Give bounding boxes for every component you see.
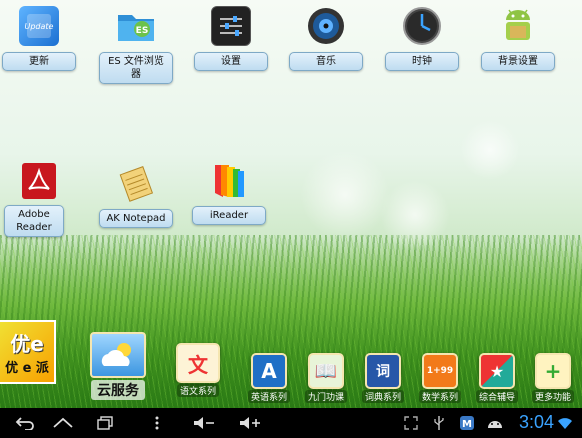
chinese-runner-icon: 文	[176, 343, 220, 383]
app-label: 设置	[194, 52, 268, 71]
bokeh-light	[380, 180, 450, 250]
app-es-file-explorer[interactable]: ES ES 文件浏览器	[97, 6, 175, 84]
svg-text:M: M	[462, 419, 472, 430]
app-music[interactable]: 音乐	[287, 6, 365, 71]
notepad-icon	[116, 163, 156, 203]
dock-label: 英语系列	[248, 390, 291, 403]
svg-text:Update: Update	[25, 22, 54, 31]
dock-label: 综合辅导	[476, 390, 519, 403]
dock-label: 数学系列	[419, 390, 462, 403]
app-clock[interactable]: 时钟	[383, 6, 461, 71]
math-icon: 1+99	[422, 353, 458, 389]
app-label: iReader	[192, 206, 266, 225]
android-icon	[498, 6, 538, 46]
app-ak-notepad[interactable]: AK Notepad	[97, 163, 175, 228]
youepai-logo-icon: 优e 优 e 派	[0, 320, 56, 384]
book-icon: 📖	[308, 353, 344, 389]
dock-cloud-service[interactable]: 云服务	[90, 332, 146, 400]
dock-label: 语文系列	[176, 384, 219, 397]
svg-text:ES: ES	[136, 26, 149, 36]
folder-icon: ES	[116, 6, 156, 46]
dictionary-icon: 词	[365, 353, 401, 389]
fullscreen-icon[interactable]	[400, 413, 422, 433]
youepai-label: 优 e 派	[5, 361, 49, 376]
app-label: Adobe Reader	[4, 205, 64, 237]
home-icon[interactable]	[52, 413, 74, 433]
bokeh-light	[460, 120, 520, 180]
dock-label: 更多功能	[532, 390, 575, 403]
settings-sliders-icon	[211, 6, 251, 46]
dock-label: 九门功课	[305, 390, 348, 403]
system-navbar: M 3:04	[0, 408, 582, 438]
clock-icon	[402, 6, 442, 46]
ireader-books-icon	[209, 160, 249, 200]
speaker-icon	[306, 6, 346, 46]
update-icon: Update	[19, 6, 59, 46]
more-glyph: +	[544, 359, 562, 383]
chinese-glyph: 文	[188, 352, 208, 377]
app-label: ES 文件浏览器	[99, 52, 173, 84]
app-ireader[interactable]: iReader	[190, 160, 268, 225]
usb-icon	[428, 413, 450, 433]
app-label: 时钟	[385, 52, 459, 71]
dock-youepai[interactable]: 优e 优 e 派	[0, 320, 56, 384]
math-glyph: 1+99	[426, 366, 454, 376]
app-update[interactable]: Update 更新	[0, 6, 78, 71]
tutor-icon: ★	[479, 353, 515, 389]
english-glyph: A	[261, 359, 277, 383]
app-label: 更新	[2, 52, 76, 71]
status-clock: 3:04	[518, 412, 554, 432]
dock-tutor[interactable]: ★ 综合辅导	[476, 353, 519, 403]
app-settings[interactable]: 设置	[192, 6, 270, 71]
youepai-logo-text: 优e	[10, 332, 44, 356]
app-label: 背景设置	[481, 52, 555, 71]
android-debug-icon	[484, 413, 506, 433]
dock-label: 词典系列	[362, 390, 405, 403]
dock-more-functions[interactable]: + 更多功能	[532, 353, 575, 403]
cloud-label: 云服务	[91, 380, 145, 400]
app-label: AK Notepad	[99, 209, 173, 228]
app-notification-icon: M	[456, 413, 478, 433]
app-label: 音乐	[289, 52, 363, 71]
more-functions-icon: +	[535, 353, 571, 389]
dock-nine-courses[interactable]: 📖 九门功课	[305, 353, 348, 403]
dock-dictionary-series[interactable]: 词 词典系列	[362, 353, 405, 403]
wifi-icon	[554, 413, 576, 433]
volume-down-icon[interactable]	[190, 413, 218, 433]
dock-math-series[interactable]: 1+99 数学系列	[419, 353, 462, 403]
recent-apps-icon[interactable]	[94, 413, 116, 433]
menu-icon[interactable]	[146, 413, 168, 433]
bokeh-light	[300, 150, 390, 240]
back-icon[interactable]	[14, 413, 36, 433]
cloud-icon	[90, 332, 146, 378]
dictionary-glyph: 词	[376, 364, 390, 380]
dock-english-series[interactable]: A 英语系列	[248, 353, 291, 403]
tutor-glyph: ★	[489, 361, 505, 381]
volume-up-icon[interactable]	[236, 413, 264, 433]
adobe-reader-icon	[22, 163, 56, 199]
app-adobe-reader[interactable]: Adobe Reader	[0, 163, 78, 237]
ninedoor-glyph: 📖	[314, 360, 338, 382]
english-a-icon: A	[251, 353, 287, 389]
dock-chinese-series[interactable]: 文 语文系列	[176, 343, 220, 397]
app-wallpaper-settings[interactable]: 背景设置	[479, 6, 557, 71]
